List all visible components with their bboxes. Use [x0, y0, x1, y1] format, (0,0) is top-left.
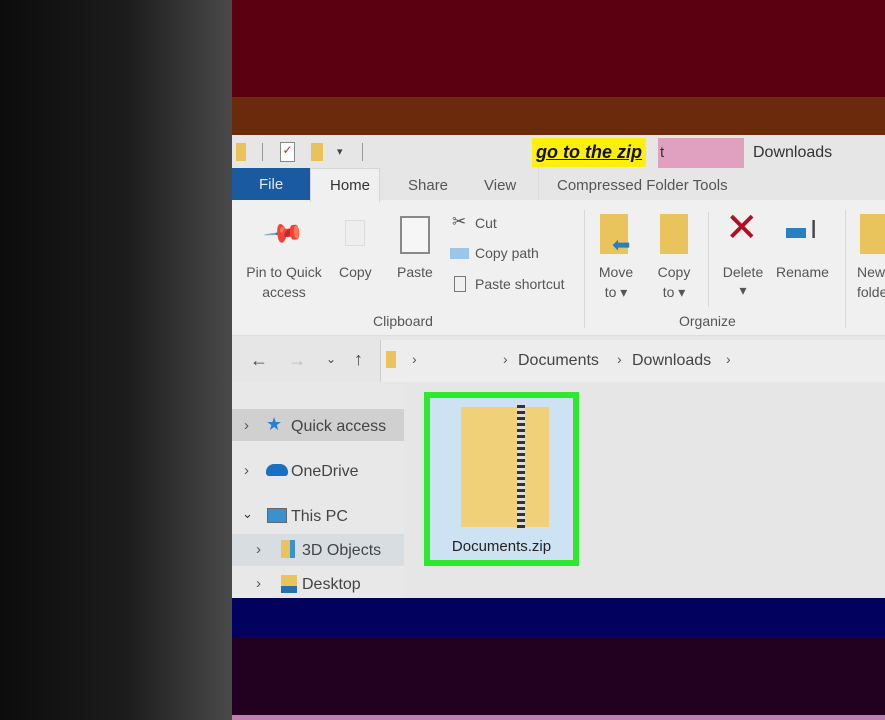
chevron-right-icon[interactable]: › [256, 575, 261, 592]
top-band [232, 0, 885, 97]
zipper-icon [517, 405, 525, 529]
file-item-documents-zip[interactable]: Documents.zip [424, 392, 579, 566]
pin-to-quick-access-button[interactable]: Pin to Quick access [244, 264, 324, 300]
zip-folder-icon [461, 407, 549, 527]
divider [538, 168, 539, 200]
bottom-line [232, 715, 885, 720]
label: New [857, 264, 885, 280]
divider [262, 143, 263, 161]
rename-button[interactable]: Rename [776, 264, 829, 280]
nav-item-onedrive[interactable]: OneDrive [291, 463, 359, 481]
copy-to-icon [660, 214, 688, 254]
nav-label[interactable]: 3D Objects [302, 542, 381, 560]
breadcrumb-downloads[interactable]: Downloads [632, 352, 711, 370]
bottom-band-navy [232, 598, 885, 638]
label: Copy [657, 264, 691, 280]
divider [708, 212, 709, 307]
tab-view[interactable]: View [484, 177, 516, 194]
cut-button[interactable]: Cut [475, 215, 497, 231]
label: to ▾ [662, 284, 686, 300]
divider [584, 210, 585, 328]
3d-objects-icon [281, 540, 295, 558]
back-button[interactable]: ← [250, 350, 268, 371]
label: Delete [722, 264, 764, 280]
nav-item-this-pc[interactable]: This PC [291, 508, 348, 526]
copy-path-icon [450, 248, 469, 259]
chevron-right-icon[interactable]: › [726, 351, 731, 367]
label: to ▾ [604, 284, 628, 300]
up-button[interactable]: ↑ [354, 349, 363, 370]
computer-icon [267, 508, 287, 523]
clipboard-group-label: Clipboard [373, 313, 433, 329]
divider [845, 210, 846, 328]
chevron-right-icon[interactable]: › [503, 351, 508, 367]
chevron-right-icon[interactable]: › [617, 351, 622, 367]
chevron-right-icon[interactable]: › [244, 417, 249, 434]
paste-icon [400, 216, 430, 254]
paste-shortcut-icon [454, 276, 466, 292]
label: Move [598, 264, 634, 280]
new-folder-button[interactable]: New folder [857, 264, 885, 300]
text-cursor-icon: I [810, 214, 818, 244]
label: folder [857, 284, 885, 300]
copy-icon [345, 220, 365, 246]
chevron-right-icon[interactable]: › [244, 462, 249, 479]
nav-item-desktop[interactable]: Desktop [302, 576, 361, 594]
label: to [604, 284, 617, 300]
paste-shortcut-button[interactable]: Paste shortcut [475, 276, 565, 292]
tab-file[interactable]: File [232, 168, 310, 200]
title-highlight [658, 138, 744, 168]
tab-share[interactable]: Share [408, 177, 448, 194]
file-name: Documents.zip [451, 538, 552, 555]
delete-x-icon: ✕ [725, 206, 759, 250]
nav-label[interactable]: Quick access [291, 418, 386, 436]
chevron-down-icon[interactable]: ⌄ [242, 506, 253, 522]
breadcrumb-documents[interactable]: Documents [518, 352, 599, 370]
copy-to-button[interactable]: Copy to ▾ [654, 264, 694, 301]
rename-icon [786, 228, 806, 238]
bottom-band-purple [232, 638, 885, 715]
star-icon: ★ [266, 414, 283, 434]
desktop-icon [281, 575, 297, 593]
copy-path-button[interactable]: Copy path [475, 245, 539, 261]
forward-button[interactable]: → [288, 350, 306, 371]
title-fragment: t [660, 144, 665, 161]
folder-icon [236, 143, 246, 161]
dark-left-panel [0, 0, 232, 720]
folder-icon [386, 351, 396, 368]
arrow-left-icon: ⬅ [612, 232, 631, 257]
cloud-icon [266, 464, 288, 476]
chevron-right-icon[interactable]: › [256, 541, 261, 558]
caption-annotation: go to the zip [532, 138, 646, 167]
properties-icon[interactable]: ✓ [280, 142, 295, 162]
chevron-right-icon[interactable]: › [412, 351, 417, 367]
top-band-brown [232, 97, 885, 135]
new-folder-icon [860, 214, 885, 254]
window-title: Downloads [753, 144, 833, 161]
delete-button[interactable]: Delete ▾ [721, 264, 765, 299]
tab-compressed-folder-tools[interactable]: Compressed Folder Tools [557, 177, 728, 194]
scissors-icon: ✂ [452, 212, 467, 231]
move-to-button[interactable]: Move to ▾ [596, 264, 636, 301]
customize-toolbar-icon[interactable]: ▾ [337, 145, 343, 158]
label: Pin to Quick [246, 264, 322, 280]
recent-locations-button[interactable]: ⌄ [326, 352, 336, 366]
label: to [662, 284, 675, 300]
label: access [262, 284, 306, 300]
new-folder-icon[interactable] [311, 143, 323, 161]
tab-home[interactable]: Home [330, 177, 370, 194]
organize-group-label: Organize [679, 313, 736, 329]
divider [362, 143, 363, 161]
paste-button[interactable]: Paste [397, 264, 433, 280]
copy-button[interactable]: Copy [339, 264, 372, 280]
